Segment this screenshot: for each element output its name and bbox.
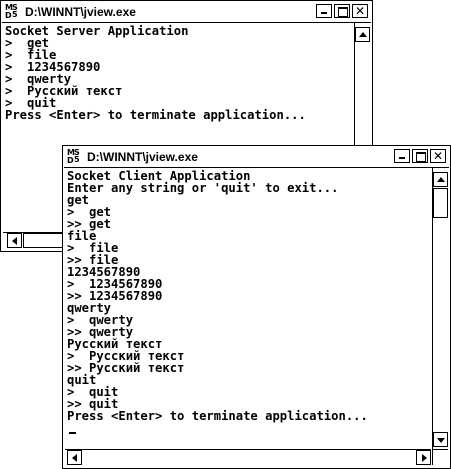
minimize-button[interactable] <box>394 149 410 163</box>
console-line: >> 1234567890 <box>67 289 163 303</box>
scroll-left-arrow-icon[interactable] <box>7 233 22 248</box>
console-line: > get <box>67 205 112 219</box>
text-cursor <box>69 432 76 434</box>
client-console-output: Socket Client Application Enter any strin… <box>67 170 368 422</box>
server-title-bar[interactable]: MS D5 D:\WINNT\jview.exe ✕ <box>2 2 371 23</box>
server-console-output: Socket Server Application > get > file > 12… <box>5 25 306 121</box>
server-window-title: D:\WINNT\jview.exe <box>25 5 136 19</box>
client-title-bar[interactable]: MS D5 D:\WINNT\jview.exe ✕ <box>64 147 449 168</box>
console-line: Press <Enter> to terminate application..… <box>5 108 306 122</box>
ms-dos-icon[interactable]: MS D5 <box>67 149 83 165</box>
ms-dos-icon[interactable]: MS D5 <box>5 4 21 20</box>
close-button[interactable]: ✕ <box>430 149 446 163</box>
console-line: Socket Server Application <box>5 24 189 38</box>
minimize-button[interactable] <box>316 4 332 18</box>
size-grip[interactable] <box>432 449 448 465</box>
client-window-title: D:\WINNT\jview.exe <box>87 150 198 164</box>
scroll-up-arrow-icon[interactable] <box>433 172 448 187</box>
scroll-left-arrow-icon[interactable] <box>67 450 82 465</box>
close-icon: ✕ <box>432 149 444 163</box>
console-line: Enter any string or 'quit' to exit... <box>67 181 339 195</box>
client-console-window[interactable]: MS D5 D:\WINNT\jview.exe ✕ Socket Client… <box>62 145 451 469</box>
console-line: >> get <box>67 217 112 231</box>
client-vertical-scrollbar[interactable] <box>432 168 448 449</box>
client-horizontal-scrollbar[interactable] <box>65 449 431 465</box>
maximize-button[interactable] <box>412 149 428 163</box>
console-line: Press <Enter> to terminate application..… <box>67 409 368 423</box>
scroll-right-arrow-icon[interactable] <box>416 450 431 465</box>
close-icon: ✕ <box>354 4 366 18</box>
console-line: >> Русский текст <box>67 361 185 375</box>
scroll-down-arrow-icon[interactable] <box>433 432 448 447</box>
maximize-button[interactable] <box>334 4 350 18</box>
scroll-thumb[interactable] <box>433 188 448 218</box>
scroll-thumb[interactable] <box>23 233 63 248</box>
console-line: get <box>67 193 90 207</box>
close-button[interactable]: ✕ <box>352 4 368 18</box>
scroll-up-arrow-icon[interactable] <box>355 27 370 42</box>
